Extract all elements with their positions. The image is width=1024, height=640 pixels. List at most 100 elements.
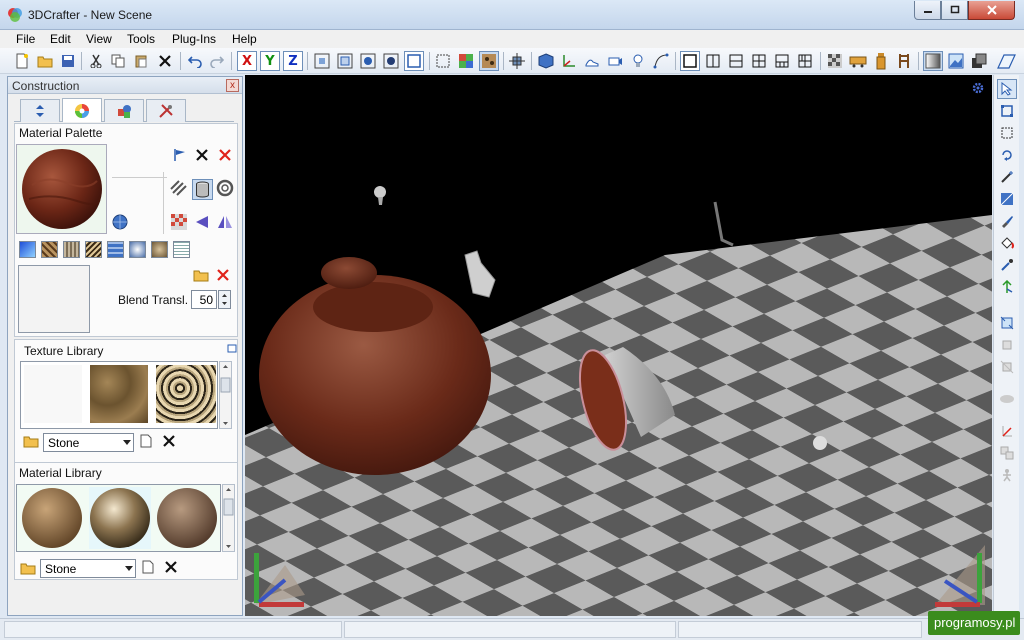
align-tool[interactable]: [997, 335, 1017, 355]
light-button[interactable]: [628, 51, 648, 71]
axis-x-button[interactable]: X: [237, 51, 257, 71]
menu-file[interactable]: File: [16, 32, 35, 46]
copy-button[interactable]: [108, 51, 128, 71]
axes-button[interactable]: [559, 51, 579, 71]
paste-button[interactable]: [131, 51, 151, 71]
split-view-button[interactable]: [726, 51, 746, 71]
ring-button[interactable]: [216, 179, 234, 200]
open-blend-button[interactable]: [193, 268, 209, 285]
paint-bucket-tool[interactable]: [997, 233, 1017, 253]
brush-tool[interactable]: [997, 211, 1017, 231]
material-new-button[interactable]: [142, 560, 154, 577]
gradient-tool[interactable]: [997, 189, 1017, 209]
maximize-button[interactable]: [941, 1, 968, 20]
texture-category-select[interactable]: Stone: [43, 433, 134, 452]
swatch-texture-1[interactable]: [41, 241, 58, 258]
swatch-texture-3[interactable]: [85, 241, 102, 258]
tab-tools[interactable]: [146, 99, 186, 122]
path-button[interactable]: [651, 51, 671, 71]
bottle-button[interactable]: [871, 51, 891, 71]
rotate-tool[interactable]: [997, 145, 1017, 165]
clone-tool[interactable]: [997, 443, 1017, 463]
menu-tools[interactable]: Tools: [127, 32, 155, 46]
tab-objects[interactable]: [104, 99, 144, 122]
swatch-texture-2[interactable]: [63, 241, 80, 258]
texture-folder-button[interactable]: [23, 434, 39, 451]
sidebar-button[interactable]: [996, 51, 1016, 71]
material-button[interactable]: [479, 51, 499, 71]
minimize-button[interactable]: [914, 1, 941, 20]
swatch-specular[interactable]: [151, 241, 168, 258]
scale-tool[interactable]: [997, 313, 1017, 333]
redo-button[interactable]: [207, 51, 227, 71]
cube-button[interactable]: [536, 51, 556, 71]
undo-button[interactable]: [185, 51, 205, 71]
material-delete-button[interactable]: [164, 560, 178, 577]
ellipse-tool[interactable]: [997, 389, 1017, 409]
open-button[interactable]: [35, 51, 55, 71]
menu-plugins[interactable]: Plug-Ins: [172, 32, 216, 46]
mirror-left-button[interactable]: [194, 214, 210, 233]
3d-viewport[interactable]: [245, 75, 992, 616]
texture-library-popout[interactable]: [227, 343, 237, 357]
three-view-button[interactable]: [772, 51, 792, 71]
train-button[interactable]: [848, 51, 868, 71]
menu-help[interactable]: Help: [232, 32, 257, 46]
zoom-selected-button[interactable]: [335, 51, 355, 71]
fit-button[interactable]: [404, 51, 424, 71]
clear-blend-button[interactable]: [216, 268, 230, 285]
texture-library-scrollbar[interactable]: [219, 361, 232, 429]
shading-button[interactable]: [923, 51, 943, 71]
swatch-color[interactable]: [19, 241, 36, 258]
layers-button[interactable]: [969, 51, 989, 71]
cut-button[interactable]: [86, 51, 106, 71]
picture-button[interactable]: [946, 51, 966, 71]
axis-z-button[interactable]: Z: [283, 51, 303, 71]
select-all-button[interactable]: [433, 51, 453, 71]
material-category-select[interactable]: Stone: [40, 559, 136, 578]
checker-button[interactable]: [825, 51, 845, 71]
material-library-scrollbar[interactable]: [222, 484, 235, 552]
menu-edit[interactable]: Edit: [50, 32, 71, 46]
chair-button[interactable]: [894, 51, 914, 71]
tab-material[interactable]: [62, 98, 102, 122]
axis-y-button[interactable]: Y: [260, 51, 280, 71]
viewport-settings-button[interactable]: [971, 81, 985, 98]
mirror-button[interactable]: [217, 214, 233, 233]
texture-thumb-granite[interactable]: [156, 365, 216, 423]
close-button[interactable]: [968, 1, 1015, 20]
blend-spinner[interactable]: [218, 290, 231, 309]
axis-tool[interactable]: [997, 421, 1017, 441]
swatch-bump[interactable]: [107, 241, 124, 258]
texture-thumb-blank[interactable]: [24, 365, 82, 423]
sphere-shape-button[interactable]: [112, 214, 128, 233]
texture-button[interactable]: [456, 51, 476, 71]
select-tool[interactable]: [997, 79, 1017, 99]
delete-material-button[interactable]: [218, 148, 232, 165]
quad-view-button[interactable]: [795, 51, 815, 71]
orbit-button[interactable]: [358, 51, 378, 71]
save-button[interactable]: [58, 51, 78, 71]
panel-close-button[interactable]: x: [226, 79, 239, 92]
new-button[interactable]: [12, 51, 32, 71]
cylinder-button[interactable]: [192, 179, 213, 200]
shoe-button[interactable]: [582, 51, 602, 71]
four-view-button[interactable]: [749, 51, 769, 71]
texture-delete-button[interactable]: [162, 434, 176, 451]
checker-map-button[interactable]: [170, 213, 188, 234]
zoom-extents-button[interactable]: [312, 51, 332, 71]
single-view-button[interactable]: [680, 51, 700, 71]
flag-button[interactable]: [173, 148, 187, 165]
texture-new-button[interactable]: [140, 434, 152, 451]
snap-button[interactable]: [507, 51, 527, 71]
texture-thumb-marble[interactable]: [90, 365, 148, 423]
pan-button[interactable]: [381, 51, 401, 71]
eyedropper-tool[interactable]: [997, 255, 1017, 275]
menu-view[interactable]: View: [86, 32, 112, 46]
camera-button[interactable]: [605, 51, 625, 71]
move-tool[interactable]: [997, 277, 1017, 297]
blend-value-input[interactable]: 50: [191, 290, 217, 309]
stripes-button[interactable]: [170, 179, 188, 200]
tab-transform[interactable]: [20, 99, 60, 122]
box-select-tool[interactable]: [997, 101, 1017, 121]
